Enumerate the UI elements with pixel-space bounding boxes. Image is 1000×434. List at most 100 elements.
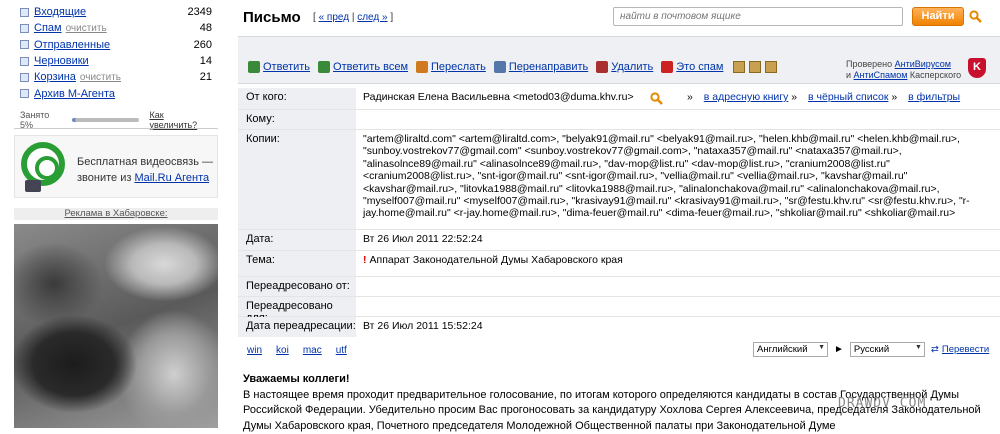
translate-icon: ⇄ (930, 344, 939, 355)
redirect-label: Перенаправить (508, 61, 589, 73)
increase-quota-link[interactable]: Как увеличить? (149, 110, 212, 130)
message-view: Письмо [ « пред | след » ] Найти Ответит… (228, 0, 1000, 432)
antivirus-link[interactable]: АнтиВирусом (895, 59, 951, 69)
folder-inbox[interactable]: Входящие 2349 (20, 4, 212, 20)
folder-name[interactable]: Черновики (34, 55, 89, 67)
date-value: Вт 26 Июл 2011 22:52:24 (363, 233, 483, 245)
folder-spam[interactable]: Спам очистить 48 (20, 20, 212, 36)
page-title: Письмо (243, 9, 301, 26)
forward-button[interactable]: Переслать (416, 61, 486, 73)
quota-indicator: Занято 5% Как увеличить? (20, 110, 212, 130)
promo-text: Бесплатная видеосвязь — звоните из Mail.… (77, 154, 217, 186)
clear-spam-link[interactable]: очистить (66, 23, 107, 34)
redirect-button[interactable]: Перенаправить (493, 61, 589, 73)
folder-trash[interactable]: Корзина очистить 21 (20, 69, 212, 85)
watermark: DRAWDV.COM (838, 396, 927, 411)
av-suffix: Касперского (907, 70, 962, 80)
important-icon: ! (363, 254, 367, 266)
folder-name[interactable]: Входящие (34, 6, 86, 18)
encoding-koi-link[interactable]: koi (276, 345, 289, 356)
add-to-blacklist-link[interactable]: в чёрный список (808, 91, 888, 103)
prev-message-link[interactable]: « пред (319, 12, 350, 23)
magnifier-icon[interactable] (650, 92, 663, 105)
delete-label: Удалить (611, 61, 654, 73)
quota-bar (71, 118, 140, 122)
search-input[interactable] (614, 8, 902, 25)
reply-button[interactable]: Ответить (248, 61, 310, 73)
reply-icon (248, 61, 260, 73)
delete-button[interactable]: Удалить (596, 61, 653, 73)
next-message-link[interactable]: след » (357, 12, 387, 23)
redirect-icon (493, 61, 506, 73)
ad-image[interactable] (14, 224, 218, 428)
folder-name[interactable]: Архив М-Агента (34, 88, 115, 100)
cc-label: Копии: (238, 130, 356, 229)
antispam-link[interactable]: АнтиСпамом (854, 70, 908, 80)
save-icon[interactable] (765, 61, 778, 73)
encoding-utf-link[interactable]: utf (336, 345, 347, 356)
delete-icon (596, 61, 609, 73)
folder-count: 14 (199, 55, 212, 68)
folder-drafts[interactable]: Черновики 14 (20, 53, 212, 69)
to-label: Кому: (238, 110, 356, 129)
folder-icon (20, 23, 29, 33)
clear-trash-link[interactable]: очистить (80, 72, 121, 83)
source-language-select[interactable]: Английский (753, 342, 828, 357)
folder-count: 21 (199, 71, 212, 84)
top-bar: Письмо [ « пред | след » ] Найти (228, 0, 1000, 36)
message-headers: От кого: Радинская Елена Васильевна <met… (238, 88, 1000, 337)
folder-icon (20, 72, 29, 82)
av-prefix: Проверено (846, 59, 895, 69)
message-pager: [ « пред | след » ] (313, 12, 394, 23)
subject-value: ! Аппарат Законодательной Думы Хабаровско… (356, 251, 1000, 276)
folder-agent-archive[interactable]: Архив М-Агента (20, 85, 212, 101)
target-language-select[interactable]: Русский (849, 342, 925, 357)
folder-name[interactable]: Отправленные (34, 39, 110, 51)
divider (14, 128, 218, 129)
reply-all-label: Ответить всем (333, 61, 409, 73)
header-row-cc: Копии: "artem@liraltd.com" <artem@liralt… (238, 130, 1000, 230)
add-to-filters-link[interactable]: в фильтры (908, 91, 960, 103)
search-icon[interactable] (969, 10, 982, 23)
message-toolbar: Ответить Ответить всем Переслать Перенап… (238, 36, 1000, 84)
folder-name[interactable]: Спам (34, 22, 62, 34)
forward-label: Переслать (431, 61, 486, 73)
sender: Радинская Елена Васильевна <metod03@duma… (363, 91, 634, 103)
header-row-forwarded-to: Переадресовано для: (238, 297, 1000, 324)
encoding-mac-link[interactable]: mac (303, 345, 322, 356)
promo-line1: Бесплатная видеосвязь — (77, 156, 213, 168)
add-to-addressbook-link[interactable]: в адресную книгу (704, 91, 789, 103)
folder-count: 260 (193, 38, 212, 51)
folder-count: 2349 (187, 6, 212, 19)
forwarded-to-label: Переадресовано для: (238, 297, 356, 324)
translate-link[interactable]: Перевести (942, 344, 989, 355)
forward-date-value: Вт 26 Июл 2011 15:52:24 (363, 320, 483, 332)
spam-label: Это спам (676, 61, 724, 73)
source-icon[interactable] (749, 61, 762, 73)
mail-agent-link[interactable]: Mail.Ru Агента (134, 172, 209, 184)
av-and: и (846, 70, 854, 80)
encoding-win-link[interactable]: win (247, 345, 262, 356)
search-box[interactable] (613, 7, 903, 26)
spam-icon (661, 61, 674, 73)
to-value (356, 110, 1000, 129)
sidebar: Входящие 2349 Спам очистить 48 Отправленные… (0, 0, 228, 428)
folder-name[interactable]: Корзина (34, 71, 76, 83)
folder-icon (20, 7, 29, 17)
forwarded-to-value (356, 297, 1000, 316)
video-call-promo[interactable]: Бесплатная видеосвязь — звоните из Mail.… (14, 135, 218, 198)
subject-label: Тема: (238, 251, 356, 276)
header-row-to: Кому: (238, 110, 1000, 130)
reply-all-button[interactable]: Ответить всем (318, 61, 408, 73)
arrow-right-icon: ► (834, 344, 844, 355)
ad-title[interactable]: Реклама в Хабаровске: (14, 208, 218, 220)
reply-label: Ответить (263, 61, 311, 73)
print-icon[interactable] (733, 61, 746, 73)
find-button[interactable]: Найти (912, 7, 964, 26)
greeting: Уважаемы коллеги! (243, 373, 350, 385)
webcam-icon (25, 180, 41, 192)
header-row-from: От кого: Радинская Елена Васильевна <met… (238, 88, 1000, 110)
folder-sent[interactable]: Отправленные 260 (20, 37, 212, 53)
spam-button[interactable]: Это спам (661, 61, 723, 73)
antivirus-info: Проверено АнтиВирусом и АнтиСпамом Каспе… (846, 59, 961, 81)
